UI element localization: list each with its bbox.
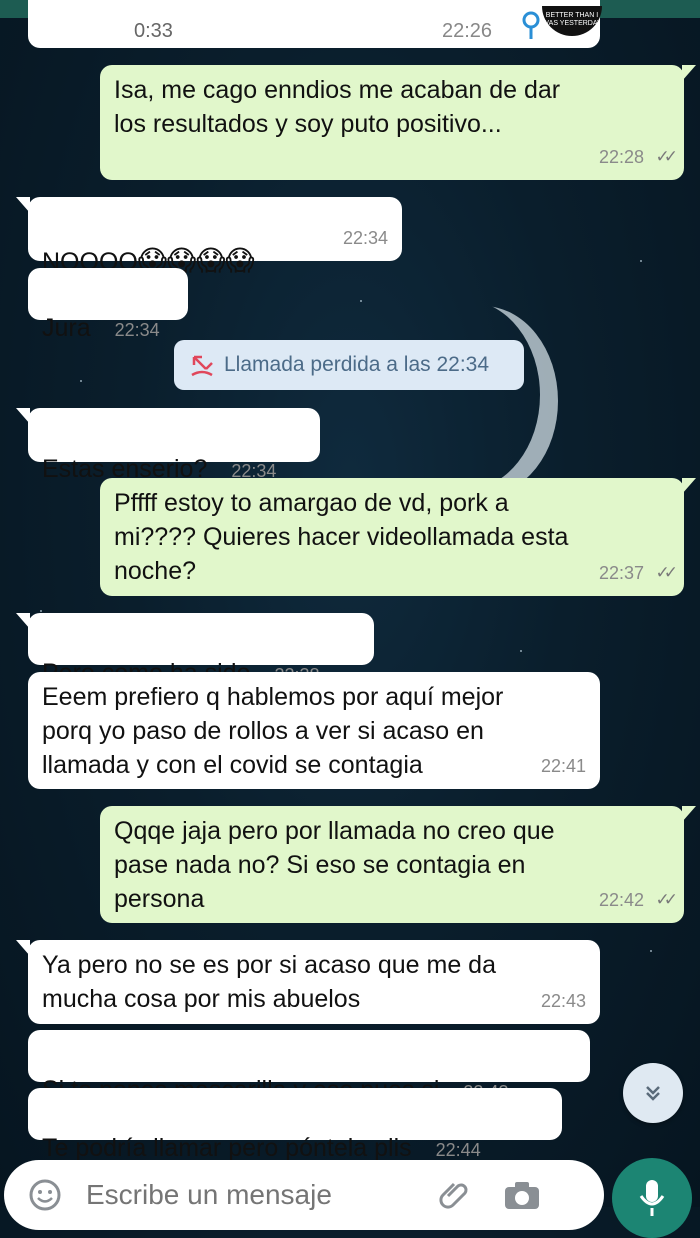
voice-duration: 0:33	[134, 20, 173, 42]
star-decoration	[360, 300, 362, 302]
message-bubble-incoming[interactable]: Te podría llamar pero póntela plis 22:44	[28, 1088, 562, 1162]
voice-message-bubble[interactable]: 0:33 22:26 BETTER THAN I WAS YESTERDAY	[28, 0, 602, 48]
moon-decoration	[390, 300, 540, 490]
message-text: Isa, me cago enndios me acaban de dar lo…	[114, 76, 561, 138]
read-ticks-icon: ✓✓	[655, 563, 678, 582]
message-bubble-incoming[interactable]: Jura 22:34	[28, 268, 188, 342]
message-bubble-incoming[interactable]: Pero como ha sido22:38	[16, 613, 374, 687]
message-time: 22:44	[435, 1140, 481, 1160]
message-bubble-outgoing[interactable]: Pffff estoy to amargao de vd, pork a mi?…	[100, 478, 696, 596]
double-chevron-down-icon	[646, 1086, 660, 1101]
message-time: 22:43	[540, 991, 586, 1011]
star-decoration	[640, 260, 642, 262]
mic-icon	[639, 1180, 665, 1216]
message-bubble-incoming[interactable]: NOOOO😱😱😱😱 22:34	[16, 197, 402, 276]
sticker-badge: BETTER THAN I WAS YESTERDAY	[542, 6, 602, 36]
star-decoration	[520, 650, 522, 652]
message-time: 22:37	[598, 563, 644, 583]
star-decoration	[40, 610, 42, 612]
message-time: 22:34	[114, 320, 160, 340]
missed-call-notice[interactable]: Llamada perdida a las 22:34	[174, 340, 524, 390]
message-text: Te podría llamar pero póntela plis	[42, 1134, 412, 1162]
missed-call-icon	[191, 355, 213, 377]
voice-record-button[interactable]	[612, 1158, 692, 1238]
message-bubble-outgoing[interactable]: Isa, me cago enndios me acaban de dar lo…	[100, 65, 696, 180]
message-bubble-outgoing[interactable]: Qqqe jaja pero por llamada no creo que p…	[100, 806, 696, 923]
read-ticks-icon: ✓✓	[655, 890, 678, 909]
message-text: Pffff estoy to amargao de vd, pork a mi?…	[114, 489, 569, 585]
message-time: 22:41	[540, 756, 586, 776]
message-text: Jura	[42, 314, 91, 342]
message-composer	[4, 1160, 604, 1230]
star-decoration	[80, 380, 82, 382]
message-time: 22:42	[598, 890, 644, 910]
message-time: 22:28	[598, 147, 644, 167]
message-time: 22:34	[342, 228, 388, 248]
message-bubble-incoming[interactable]: Ya pero no se es por si acaso que me da …	[16, 940, 600, 1024]
message-bubble-incoming[interactable]: Eeem prefiero q hablemos por aquí mejor …	[28, 672, 600, 789]
message-text: Qqqe jaja pero por llamada no creo que p…	[114, 817, 555, 913]
message-text: Ya pero no se es por si acaso que me da …	[42, 951, 496, 1013]
sticker-text: BETTER THAN I WAS YESTERDAY	[542, 12, 602, 27]
voice-time: 22:26	[442, 20, 493, 42]
read-ticks-icon: ✓✓	[655, 147, 678, 166]
scroll-to-bottom-button[interactable]	[623, 1063, 683, 1123]
message-text: Eeem prefiero q hablemos por aquí mejor …	[42, 683, 504, 779]
missed-call-text: Llamada perdida a las 22:34	[224, 353, 490, 376]
message-bubble-incoming[interactable]: Estas enserio? 22:34	[16, 408, 320, 483]
star-decoration	[650, 950, 652, 952]
message-bubble-incoming[interactable]: Si te pones mascarilla y eso pues si22:4…	[28, 1030, 590, 1104]
location-pin-icon	[522, 11, 540, 39]
